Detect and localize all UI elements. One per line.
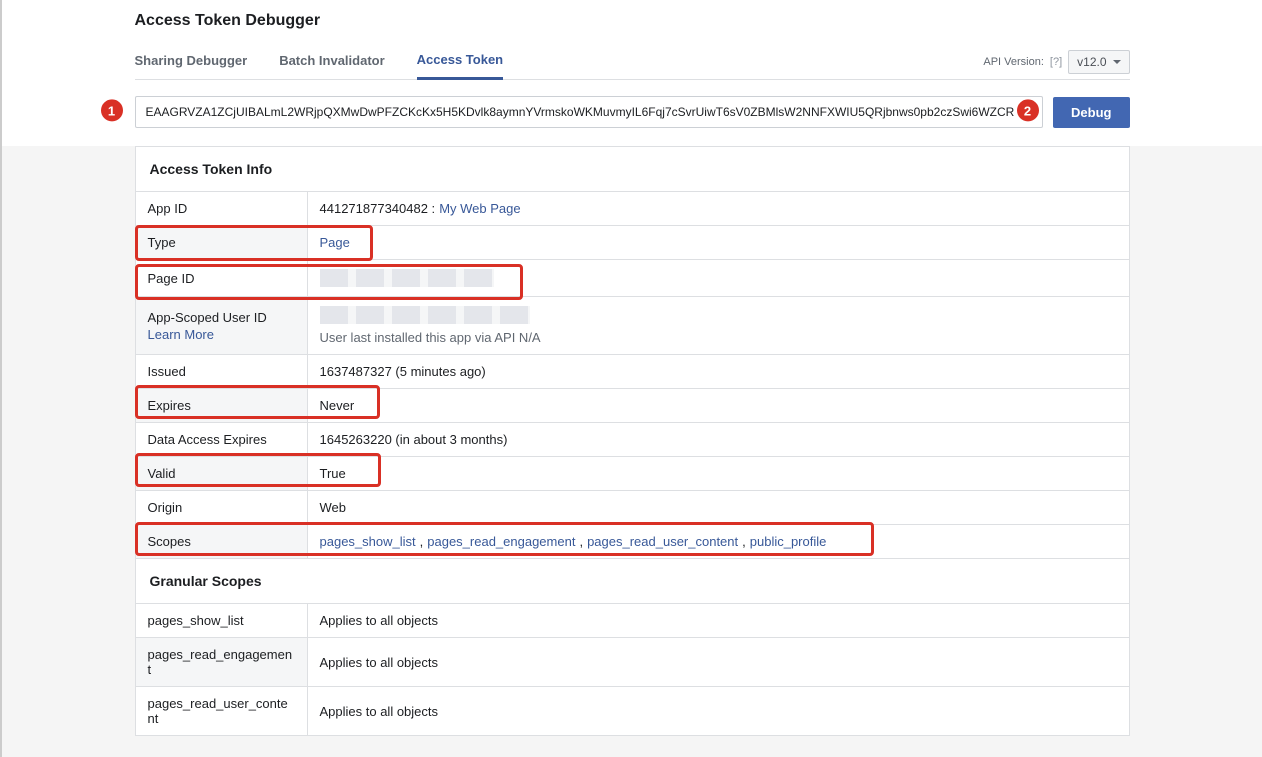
value-issued: 1637487327 (5 minutes ago) (308, 355, 1129, 388)
redacted-page-id (320, 269, 494, 287)
value-type: Page (308, 226, 1129, 259)
page-title: Access Token Debugger (135, 12, 1130, 30)
scope-link[interactable]: pages_read_user_content (587, 534, 738, 549)
scope-link[interactable]: pages_show_list (320, 534, 416, 549)
row-type: Type Page (136, 226, 1129, 260)
row-app-id: App ID 441271877340482 : My Web Page (136, 192, 1129, 226)
label-valid: Valid (136, 457, 308, 490)
row-valid: Valid True (136, 457, 1129, 491)
granular-value: Applies to all objects (308, 638, 1129, 686)
debug-button[interactable]: Debug (1053, 97, 1129, 128)
granular-value: Applies to all objects (308, 687, 1129, 735)
label-type: Type (136, 226, 308, 259)
granular-value: Applies to all objects (308, 604, 1129, 637)
label-expires: Expires (136, 389, 308, 422)
row-origin: Origin Web (136, 491, 1129, 525)
label-scoped-user-id: App-Scoped User ID Learn More (136, 297, 308, 354)
value-page-id (308, 260, 1129, 296)
value-origin: Web (308, 491, 1129, 524)
label-data-expires: Data Access Expires (136, 423, 308, 456)
row-issued: Issued 1637487327 (5 minutes ago) (136, 355, 1129, 389)
type-link[interactable]: Page (320, 235, 350, 250)
granular-row: pages_read_user_contentApplies to all ob… (136, 687, 1129, 735)
api-version-label: API Version: (983, 56, 1044, 68)
granular-key: pages_read_engagement (136, 638, 308, 686)
access-token-input[interactable] (135, 96, 1044, 128)
value-data-expires: 1645263220 (in about 3 months) (308, 423, 1129, 456)
tab-batch-invalidator[interactable]: Batch Invalidator (279, 45, 384, 78)
access-token-info-panel: Access Token Info App ID 441271877340482… (135, 146, 1130, 736)
value-scoped-user-id: User last installed this app via API N/A (308, 297, 1129, 354)
annotation-badge-2: 2 (1015, 97, 1041, 123)
info-header: Access Token Info (136, 147, 1129, 192)
scope-link[interactable]: public_profile (750, 534, 827, 549)
app-name-link[interactable]: My Web Page (439, 201, 520, 216)
scope-link[interactable]: pages_read_engagement (427, 534, 575, 549)
tabs: Sharing Debugger Batch Invalidator Acces… (135, 44, 1130, 80)
redacted-scoped-user-id (320, 306, 530, 324)
app-id-text: 441271877340482 : (320, 201, 436, 216)
api-version: API Version: [?] v12.0 (983, 50, 1129, 74)
tab-sharing-debugger[interactable]: Sharing Debugger (135, 45, 248, 78)
granular-key: pages_show_list (136, 604, 308, 637)
label-app-id: App ID (136, 192, 308, 225)
label-scopes: Scopes (136, 525, 308, 558)
row-scoped-user-id: App-Scoped User ID Learn More User last … (136, 297, 1129, 355)
row-scopes: Scopes pages_show_list, pages_read_engag… (136, 525, 1129, 559)
annotation-badge-1: 1 (99, 97, 125, 123)
learn-more-link[interactable]: Learn More (148, 327, 295, 342)
value-expires: Never (308, 389, 1129, 422)
label-origin: Origin (136, 491, 308, 524)
api-version-select[interactable]: v12.0 (1068, 50, 1129, 74)
row-data-expires: Data Access Expires 1645263220 (in about… (136, 423, 1129, 457)
scoped-user-note: User last installed this app via API N/A (320, 330, 541, 345)
tab-access-token[interactable]: Access Token (417, 44, 503, 80)
token-row: 1 2 Debug (135, 80, 1130, 146)
granular-key: pages_read_user_content (136, 687, 308, 735)
granular-header: Granular Scopes (136, 559, 1129, 604)
value-app-id: 441271877340482 : My Web Page (308, 192, 1129, 225)
api-version-value: v12.0 (1077, 55, 1106, 69)
label-page-id: Page ID (136, 260, 308, 296)
help-icon[interactable]: [?] (1050, 56, 1062, 68)
scoped-user-label-text: App-Scoped User ID (148, 310, 295, 325)
label-issued: Issued (136, 355, 308, 388)
chevron-down-icon (1113, 60, 1121, 64)
row-expires: Expires Never (136, 389, 1129, 423)
granular-row: pages_read_engagementApplies to all obje… (136, 638, 1129, 687)
granular-row: pages_show_listApplies to all objects (136, 604, 1129, 638)
row-page-id: Page ID (136, 260, 1129, 297)
value-valid: True (308, 457, 1129, 490)
value-scopes: pages_show_list, pages_read_engagement, … (308, 525, 1129, 558)
